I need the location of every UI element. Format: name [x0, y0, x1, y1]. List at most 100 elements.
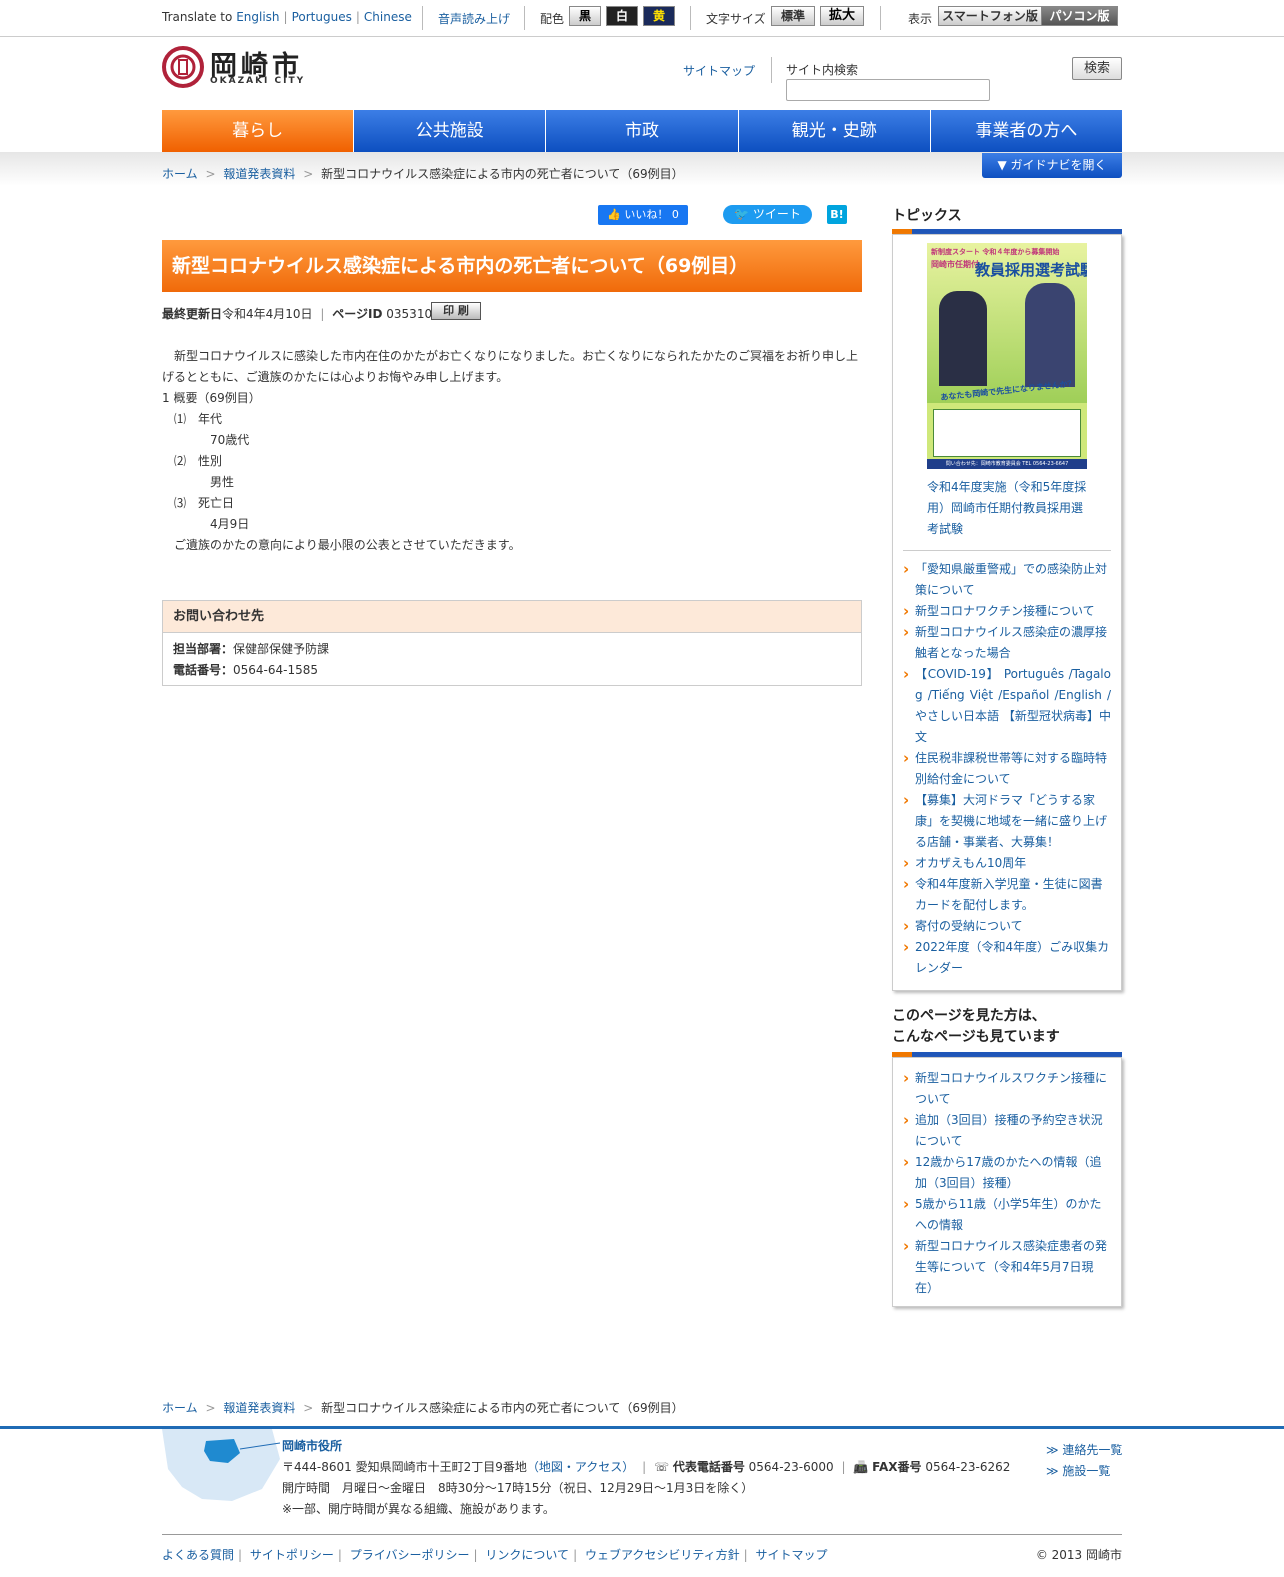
list-item[interactable]: 12歳から17歳のかたへの情報（追加（3回目）接種）: [903, 1152, 1111, 1194]
list-item[interactable]: 5歳から11歳（小学5年生）のかたへの情報: [903, 1194, 1111, 1236]
font-size-label: 文字サイズ: [706, 12, 766, 26]
banner-main-text: 教員採用選考試験: [975, 261, 1087, 279]
hatena-bookmark-button[interactable]: B!: [827, 205, 847, 224]
lang-chinese-link[interactable]: Chinese: [364, 10, 412, 24]
link-policy-link[interactable]: リンクについて: [485, 1548, 569, 1562]
breadcrumb: ホーム > 報道発表資料 > 新型コロナウイルス感染症による市内の死亡者について…: [162, 167, 684, 181]
page-meta: 最終更新日令和4年4月10日 | ページID 035310: [162, 307, 433, 321]
list-item[interactable]: 【COVID-19】 Português /Tagalog /Tiếng Việ…: [903, 664, 1111, 748]
closing-paragraph: ご遺族のかたの意向により最小限の公表とさせていただきます。: [162, 538, 521, 552]
search-button[interactable]: 検索: [1072, 57, 1122, 80]
pc-view-button[interactable]: パソコン版: [1041, 6, 1118, 26]
site-policy-link[interactable]: サイトポリシー: [250, 1548, 334, 1562]
print-button[interactable]: 印 刷: [431, 302, 481, 320]
banner-caption-link[interactable]: 令和4年度実施（令和5年度採用）岡崎市任期付教員採用選考試験: [927, 477, 1087, 540]
list-item[interactable]: 寄付の受納について: [903, 916, 1111, 937]
recruitment-banner[interactable]: 新制度スタート 令和４年度から募集開始 岡崎市任期付 教員採用選考試験 あなたも…: [927, 243, 1087, 469]
divider: [524, 6, 525, 30]
banner-sub-text: 岡崎市任期付: [931, 260, 979, 269]
related-list: 新型コロナウイルスワクチン接種について 追加（3回目）接種の予約空き状況について…: [903, 1068, 1111, 1299]
nav-tab-living[interactable]: 暮らし: [162, 110, 355, 152]
item-date-label: ⑶ 死亡日: [162, 496, 235, 510]
list-item[interactable]: 住民税非課税世帯等に対する臨時特別給付金について: [903, 748, 1111, 790]
translate-label: Translate to: [162, 10, 233, 24]
item-date-value: 4月9日: [162, 517, 250, 531]
list-item[interactable]: 「愛知県厳重警戒」での感染防止対策について: [903, 559, 1111, 601]
list-item[interactable]: 追加（3回目）接種の予約空き状況について: [903, 1110, 1111, 1152]
list-item[interactable]: 令和4年度新入学児童・生徒に図書カードを配付します。: [903, 874, 1111, 916]
like-count: いいね！ 0: [624, 208, 679, 221]
divider: [903, 550, 1111, 551]
twitter-bird-icon: 🐦: [734, 207, 750, 221]
banner-contact: 問い合わせ先：岡崎市教育委員会 TEL 0564-23-6647: [927, 459, 1087, 469]
color-black-button[interactable]: 黒: [569, 6, 601, 26]
list-item[interactable]: 新型コロナウイルスワクチン接種について: [903, 1068, 1111, 1110]
search-label: サイト内検索: [786, 63, 859, 77]
list-item[interactable]: 【募集】大河ドラマ「どうする家康」を契機に地域を一緒に盛り上げる店舗・事業者、大…: [903, 790, 1111, 853]
list-item[interactable]: オカザえもん10周年: [903, 853, 1111, 874]
outline-heading: 1 概要（69例目）: [162, 391, 261, 405]
nav-tab-facilities[interactable]: 公共施設: [354, 110, 547, 152]
color-white-button[interactable]: 白: [606, 6, 638, 26]
divider: [690, 6, 691, 30]
map-access-link[interactable]: （地図・アクセス）: [527, 1460, 634, 1474]
facilities-list-link[interactable]: ≫ 施設一覧: [1046, 1462, 1110, 1479]
divider: [880, 6, 881, 30]
footer-note: ※一部、開庁時間が異なる組織、施設があります。: [282, 1502, 555, 1516]
list-item[interactable]: 新型コロナウイルス感染症患者の発生等について（令和4年5月7日現在）: [903, 1236, 1111, 1299]
contact-department: 保健部保健予防課: [233, 642, 330, 656]
accessibility-policy-link[interactable]: ウェブアクセシビリティ方針: [585, 1548, 740, 1562]
banner-student-figure: [939, 291, 987, 386]
logo-text-en: OKAZAKI CITY: [210, 76, 306, 86]
contacts-list-link[interactable]: ≫ 連絡先一覧: [1046, 1441, 1122, 1458]
page-id: 035310: [386, 307, 433, 321]
city-emblem-icon: [162, 46, 204, 88]
lang-english-link[interactable]: English: [236, 10, 279, 24]
banner-teacher-figure: [1025, 283, 1075, 387]
faq-link[interactable]: よくある質問: [162, 1548, 234, 1562]
topics-title: トピックス: [892, 208, 962, 224]
search-input[interactable]: [786, 79, 990, 101]
footer-sitemap-link[interactable]: サイトマップ: [756, 1548, 828, 1562]
lang-portugues-link[interactable]: Portugues: [292, 10, 352, 24]
tweet-button[interactable]: 🐦 ツイート: [723, 205, 812, 224]
contact-heading: お問い合わせ先: [163, 601, 861, 633]
list-item[interactable]: 2022年度（令和4年度）ごみ収集カレンダー: [903, 937, 1111, 979]
translate-links: Translate to English | Portugues | Chinese: [162, 10, 412, 24]
fax-icon: 📠: [853, 1460, 869, 1474]
nav-tab-tourism[interactable]: 観光・史跡: [738, 110, 931, 152]
color-yellow-button[interactable]: 黄: [643, 6, 675, 26]
topics-list: 「愛知県厳重警戒」での感染防止対策について 新型コロナワクチン接種について 新型…: [903, 559, 1111, 979]
smartphone-view-button[interactable]: スマートフォン版: [938, 6, 1042, 26]
nav-tab-business[interactable]: 事業者の方へ: [930, 110, 1123, 152]
display-label: 表示: [908, 12, 933, 26]
divider: [771, 57, 772, 83]
facebook-like-button[interactable]: 👍 いいね！ 0: [598, 205, 688, 225]
list-item[interactable]: 新型コロナワクチン接種について: [903, 601, 1111, 622]
footer-hours: 開庁時間 月曜日～金曜日 8時30分～17時15分（祝日、12月29日～1月3日…: [282, 1481, 754, 1495]
breadcrumb-press-releases[interactable]: 報道発表資料: [223, 1401, 295, 1415]
footer-phone: 0564-23-6000: [748, 1460, 834, 1474]
banner-top-text: 新制度スタート 令和４年度から募集開始: [931, 248, 1060, 256]
item-sex-value: 男性: [162, 475, 235, 489]
last-updated: 令和4年4月10日: [222, 307, 313, 321]
font-large-button[interactable]: 拡大: [820, 6, 864, 26]
okazaki-map-icon: [162, 1429, 281, 1501]
guide-navi-button[interactable]: ▼ ガイドナビを開く: [982, 153, 1122, 178]
nav-tab-city-government[interactable]: 市政: [546, 110, 739, 152]
phone-icon: ☏: [653, 1460, 669, 1474]
breadcrumb-press-releases[interactable]: 報道発表資料: [223, 167, 295, 181]
breadcrumb-home[interactable]: ホーム: [162, 1401, 198, 1415]
font-standard-button[interactable]: 標準: [771, 6, 815, 26]
contact-phone: 0564-64-1585: [233, 663, 319, 677]
divider: [422, 6, 423, 30]
breadcrumb-home[interactable]: ホーム: [162, 167, 198, 181]
related-title-2: こんなページも見ています: [892, 1029, 1060, 1045]
color-label: 配色: [540, 12, 565, 26]
sitemap-link[interactable]: サイトマップ: [683, 62, 755, 79]
voice-read-link[interactable]: 音声読み上げ: [438, 10, 510, 27]
list-item[interactable]: 新型コロナウイルス感染症の濃厚接触者となった場合: [903, 622, 1111, 664]
copyright: © 2013 岡崎市: [1035, 1548, 1122, 1562]
breadcrumb-current: 新型コロナウイルス感染症による市内の死亡者について（69例目）: [321, 1401, 684, 1415]
privacy-policy-link[interactable]: プライバシーポリシー: [350, 1548, 470, 1562]
